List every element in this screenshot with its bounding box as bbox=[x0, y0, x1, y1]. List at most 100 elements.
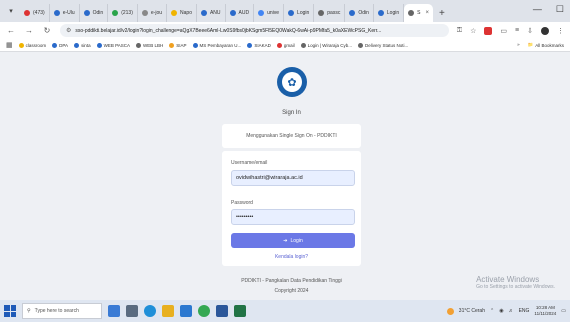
bookmark-item[interactable]: DPA bbox=[52, 42, 68, 48]
bookmark-favicon-icon bbox=[169, 42, 175, 48]
password-field[interactable]: ••••••••• bbox=[231, 209, 355, 225]
new-tab-button[interactable]: + bbox=[439, 8, 445, 19]
password-label: Password bbox=[231, 200, 253, 206]
bookmark-item[interactable]: Delivery Status Noti... bbox=[358, 42, 409, 48]
bookmark-label: SIAP bbox=[176, 42, 187, 48]
language-indicator[interactable]: ENG bbox=[519, 308, 530, 314]
edge-browser-icon[interactable] bbox=[144, 305, 156, 317]
browser-tab[interactable]: Odin bbox=[345, 4, 374, 22]
profile-avatar[interactable] bbox=[541, 26, 549, 35]
clock[interactable]: 10:28 AM 11/11/2024 bbox=[534, 305, 556, 317]
bookmark-favicon-icon bbox=[247, 42, 253, 48]
bookmark-label: SIAKAD bbox=[254, 42, 271, 48]
bookmark-list: classroom DPA sinta WEB PASCA WEB LBH SIAP MS … bbox=[18, 42, 409, 48]
download-icon[interactable]: ⇩ bbox=[527, 27, 533, 35]
tab-search-icon[interactable]: ▾ bbox=[4, 4, 18, 18]
tab-favicon-icon bbox=[53, 10, 60, 16]
word-icon[interactable] bbox=[216, 305, 228, 317]
tab-label: Odin bbox=[92, 10, 104, 16]
tab-label: e-Ulu bbox=[62, 10, 75, 16]
forgot-login-link[interactable]: Kendala login? bbox=[222, 254, 361, 260]
bookmark-favicon-icon bbox=[18, 42, 24, 48]
browser-tab[interactable]: e-Ulu bbox=[50, 4, 80, 22]
bookmarks-bar: ▦ classroom DPA sinta WEB PASCA WEB LBH SIAP M… bbox=[0, 39, 570, 52]
tab-favicon-icon bbox=[258, 10, 265, 16]
chrome-icon[interactable] bbox=[198, 305, 210, 317]
bookmark-item[interactable]: Login | Wiraraja Cyb... bbox=[300, 42, 352, 48]
maximize-button[interactable]: ☐ bbox=[556, 4, 564, 15]
bookmark-label: WEB LBH bbox=[143, 42, 164, 48]
activate-subtitle: Go to Settings to activate Windows. bbox=[476, 284, 555, 290]
reload-icon[interactable]: ↻ bbox=[42, 26, 52, 35]
volume-icon[interactable]: ♬ bbox=[509, 308, 514, 314]
site-info-icon[interactable]: ⚙ bbox=[66, 27, 71, 34]
bookmark-star-icon[interactable]: ☆ bbox=[470, 27, 476, 35]
login-button[interactable]: ➔ Login bbox=[231, 233, 355, 248]
window-controls: — ☐ bbox=[533, 4, 564, 15]
browser-tab[interactable]: Napo bbox=[167, 4, 197, 22]
taskbar-search[interactable]: ⚲ Type here to search bbox=[22, 303, 102, 319]
bookmark-item[interactable]: WEB LBH bbox=[136, 42, 164, 48]
back-icon[interactable]: ← bbox=[6, 26, 16, 35]
side-panel-icon[interactable]: ▭ bbox=[500, 27, 507, 35]
weather-text[interactable]: 31°C Cerah bbox=[459, 308, 485, 314]
username-field[interactable]: ovidwihastri@wiraraja.ac.id bbox=[231, 170, 355, 186]
bookmark-item[interactable]: SIAKAD bbox=[247, 42, 271, 48]
file-explorer-icon[interactable] bbox=[162, 305, 174, 317]
widgets-icon[interactable] bbox=[126, 305, 138, 317]
login-button-label: Login bbox=[290, 237, 303, 244]
bookmark-item[interactable]: sinta bbox=[74, 42, 91, 48]
browser-tab[interactable]: (473) bbox=[20, 4, 50, 22]
browser-tab[interactable]: S × bbox=[404, 4, 433, 22]
browser-tab[interactable]: Login bbox=[284, 4, 315, 22]
tab-favicon-icon bbox=[200, 10, 207, 16]
all-bookmarks-label: All Bookmarks bbox=[535, 42, 564, 48]
sso-info-card: Menggunakan Single Sign On - PDDIKTI bbox=[222, 124, 361, 148]
tab-favicon-icon bbox=[408, 10, 415, 16]
tab-favicon-icon bbox=[83, 10, 90, 16]
browser-tab[interactable]: e-jou bbox=[138, 4, 168, 22]
task-view-icon[interactable] bbox=[108, 305, 120, 317]
forward-icon[interactable]: → bbox=[24, 26, 34, 35]
close-tab-icon[interactable]: × bbox=[425, 10, 429, 16]
bookmark-item[interactable]: SIAP bbox=[169, 42, 187, 48]
bookmark-item[interactable]: MS Pembayaran U... bbox=[192, 42, 241, 48]
windows-taskbar: ⚲ Type here to search 31°C Cerah ⌃ ◉ ♬ E… bbox=[0, 300, 570, 322]
browser-tab[interactable]: unive bbox=[254, 4, 285, 22]
notification-icon[interactable]: ▭ bbox=[561, 308, 566, 314]
all-bookmarks-folder[interactable]: 📁 All Bookmarks bbox=[528, 42, 564, 48]
bookmark-item[interactable]: WEB PASCA bbox=[96, 42, 130, 48]
bookmark-item[interactable]: gmail bbox=[276, 42, 295, 48]
browser-tab[interactable]: passc bbox=[314, 4, 346, 22]
browser-tab[interactable]: Login bbox=[374, 4, 405, 22]
browser-tab[interactable]: ANU bbox=[197, 4, 226, 22]
menu-kebab-icon[interactable]: ⋮ bbox=[557, 27, 564, 35]
activate-windows-watermark: Activate Windows Go to Settings to activ… bbox=[476, 275, 555, 290]
browser-tab[interactable]: (213) bbox=[108, 4, 138, 22]
bookmark-label: sinta bbox=[81, 42, 91, 48]
bookmark-item[interactable]: classroom bbox=[18, 42, 46, 48]
excel-icon[interactable] bbox=[234, 305, 246, 317]
minimize-button[interactable]: — bbox=[533, 4, 542, 15]
tut-wuri-handayani-logo: ✿ bbox=[277, 67, 307, 97]
bookmarks-overflow-icon[interactable]: » bbox=[517, 42, 520, 48]
bookmark-favicon-icon bbox=[276, 42, 282, 48]
sso-text: Menggunakan Single Sign On - PDDIKTI bbox=[246, 133, 337, 139]
tab-favicon-icon bbox=[112, 10, 119, 16]
apps-grid-icon[interactable]: ▦ bbox=[6, 41, 13, 49]
address-bar[interactable]: ⚙ sso-pddikti.belajar.id/v2/login?login_… bbox=[60, 24, 449, 37]
password-key-icon[interactable]: ⚿ bbox=[457, 27, 462, 35]
tab-favicon-icon bbox=[141, 10, 148, 16]
bookmark-label: Delivery Status Noti... bbox=[365, 42, 409, 48]
network-icon[interactable]: ◉ bbox=[499, 308, 503, 314]
tab-list-icon[interactable]: ≡ bbox=[515, 27, 519, 34]
tray-overflow-icon[interactable]: ⌃ bbox=[490, 308, 494, 314]
tab-label: Login bbox=[297, 10, 310, 16]
url-text: sso-pddikti.belajar.id/v2/login?login_ch… bbox=[75, 27, 382, 34]
browser-tab[interactable]: Odin bbox=[80, 4, 109, 22]
store-icon[interactable] bbox=[180, 305, 192, 317]
folder-icon: 📁 bbox=[527, 42, 534, 47]
extension-icon[interactable] bbox=[484, 26, 493, 35]
start-button[interactable] bbox=[4, 305, 16, 317]
browser-tab[interactable]: AUD bbox=[226, 4, 255, 22]
